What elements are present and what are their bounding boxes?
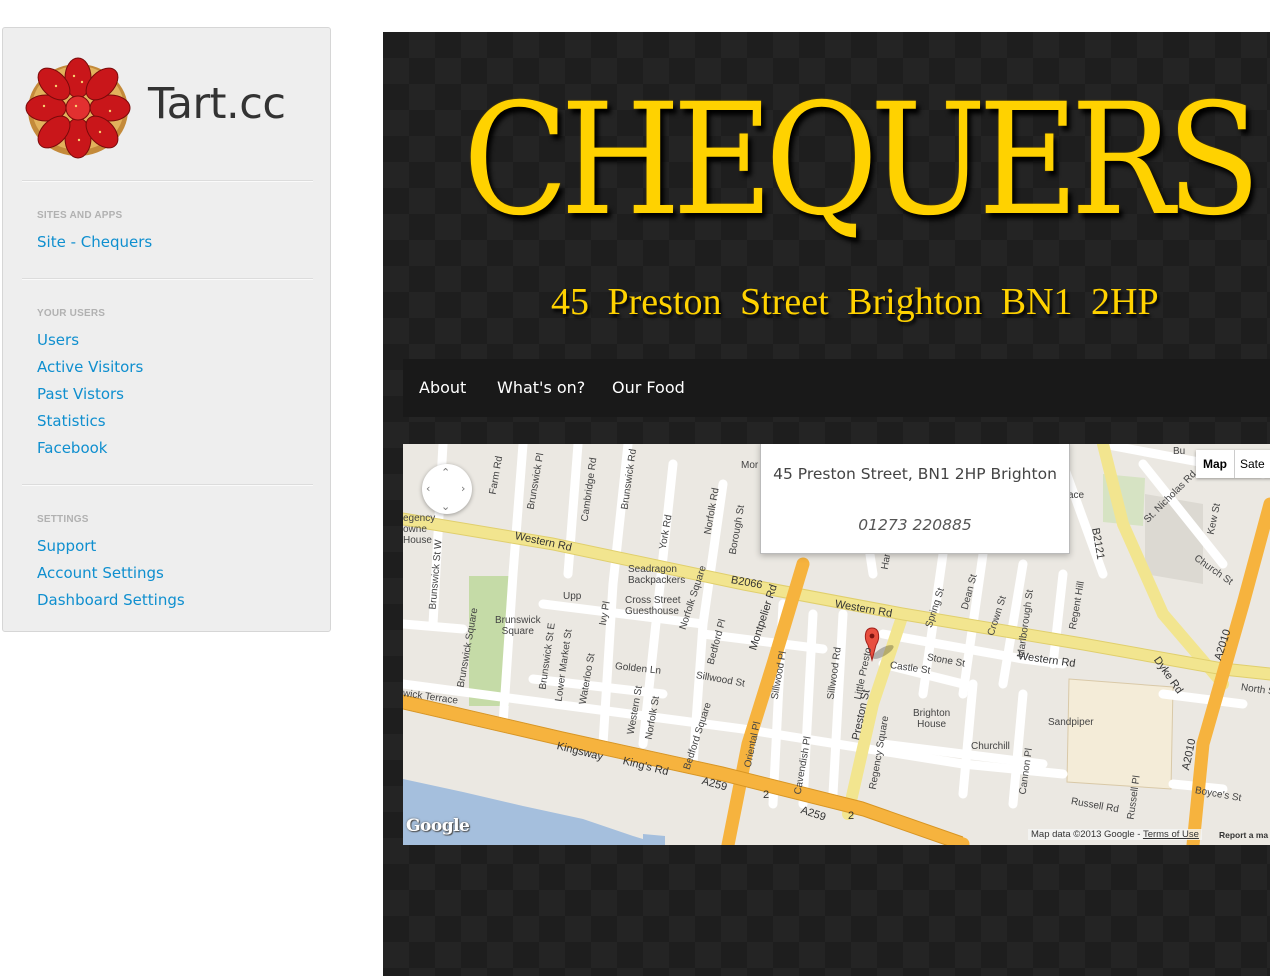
google-map[interactable]: Western Rd Western Rd Western Rd B2066 S… xyxy=(403,444,1270,845)
sidebar: Tart.cc SITES AND APPS Site - Chequers Y… xyxy=(2,27,331,632)
pan-right-icon[interactable]: › xyxy=(461,483,465,494)
map-type-satellite-button[interactable]: Sate xyxy=(1240,450,1265,478)
site-address: 45 Preston Street Brighton BN1 2HP xyxy=(551,281,1159,323)
nav-link-past-visitors[interactable]: Past Vistors xyxy=(37,385,124,403)
nav-link-facebook[interactable]: Facebook xyxy=(37,439,107,457)
map-label: Mor xyxy=(741,460,759,471)
nav-link-active-visitors[interactable]: Active Visitors xyxy=(37,358,143,376)
pan-down-icon[interactable]: ⌄ xyxy=(441,501,450,512)
map-label: Upp xyxy=(563,591,582,602)
nav-link-dashboard-settings[interactable]: Dashboard Settings xyxy=(37,591,185,609)
report-map-error-link[interactable]: Report a ma xyxy=(1219,830,1268,840)
site-nav-whats-on[interactable]: What's on? xyxy=(497,359,585,417)
site-nav-our-food[interactable]: Our Food xyxy=(612,359,685,417)
site-preview: CHEQUERS 45 Preston Street Brighton BN1 … xyxy=(383,32,1270,976)
pan-up-icon[interactable]: ⌃ xyxy=(441,467,450,478)
google-logo: Google xyxy=(406,816,470,836)
map-poi-label: Seadragon Backpackers xyxy=(628,564,686,586)
map-poi-label: Cross Street Guesthouse xyxy=(625,595,681,617)
nav-link-support[interactable]: Support xyxy=(37,537,96,555)
divider xyxy=(22,278,313,280)
brand-title: Tart.cc xyxy=(148,79,286,129)
site-title: CHEQUERS xyxy=(463,71,1261,250)
map-poi-label: Brunswick Square xyxy=(495,615,541,637)
map-type-map-button[interactable]: Map xyxy=(1196,450,1235,478)
map-pan-control[interactable]: ⌃ ⌄ ‹ › xyxy=(422,464,472,514)
section-header-users: YOUR USERS xyxy=(37,308,106,319)
nav-link-users[interactable]: Users xyxy=(37,331,79,349)
section-header-settings: SETTINGS xyxy=(37,514,89,525)
map-attribution: Map data ©2013 Google - Terms of Use xyxy=(1028,829,1202,840)
terms-of-use-link[interactable]: Terms of Use xyxy=(1143,829,1199,840)
site-nav: About What's on? Our Food xyxy=(403,359,1270,417)
nav-link-statistics[interactable]: Statistics xyxy=(37,412,106,430)
map-poi-label: Churchill xyxy=(971,741,1010,752)
map-label: Bu xyxy=(1173,446,1186,457)
map-road-shield: 2 xyxy=(763,789,770,801)
site-nav-about[interactable]: About xyxy=(419,359,466,417)
map-poi-label: egency owne House xyxy=(403,513,436,546)
map-type-control: Map Sate xyxy=(1196,450,1270,478)
info-window-phone: 01273 220885 xyxy=(858,516,972,534)
nav-link-site-chequers[interactable]: Site - Chequers xyxy=(37,233,152,251)
map-poi-label: Sandpiper xyxy=(1048,717,1094,728)
map-label: ace xyxy=(1068,490,1085,501)
nav-link-account-settings[interactable]: Account Settings xyxy=(37,564,164,582)
tart-logo-icon xyxy=(25,57,131,159)
map-road-shield: 2 xyxy=(848,810,855,822)
section-header-sites: SITES AND APPS xyxy=(37,210,123,221)
divider xyxy=(22,180,313,182)
map-attribution-text: Map data ©2013 Google - xyxy=(1031,829,1141,840)
map-poi-label: Brighton House xyxy=(913,708,951,730)
pan-left-icon[interactable]: ‹ xyxy=(426,483,430,494)
divider xyxy=(22,484,313,486)
brand[interactable]: Tart.cc xyxy=(24,56,324,160)
info-window-address: 45 Preston Street, BN1 2HP Brighton xyxy=(773,465,1057,483)
map-info-window: 45 Preston Street, BN1 2HP Brighton 0127… xyxy=(760,444,1070,554)
